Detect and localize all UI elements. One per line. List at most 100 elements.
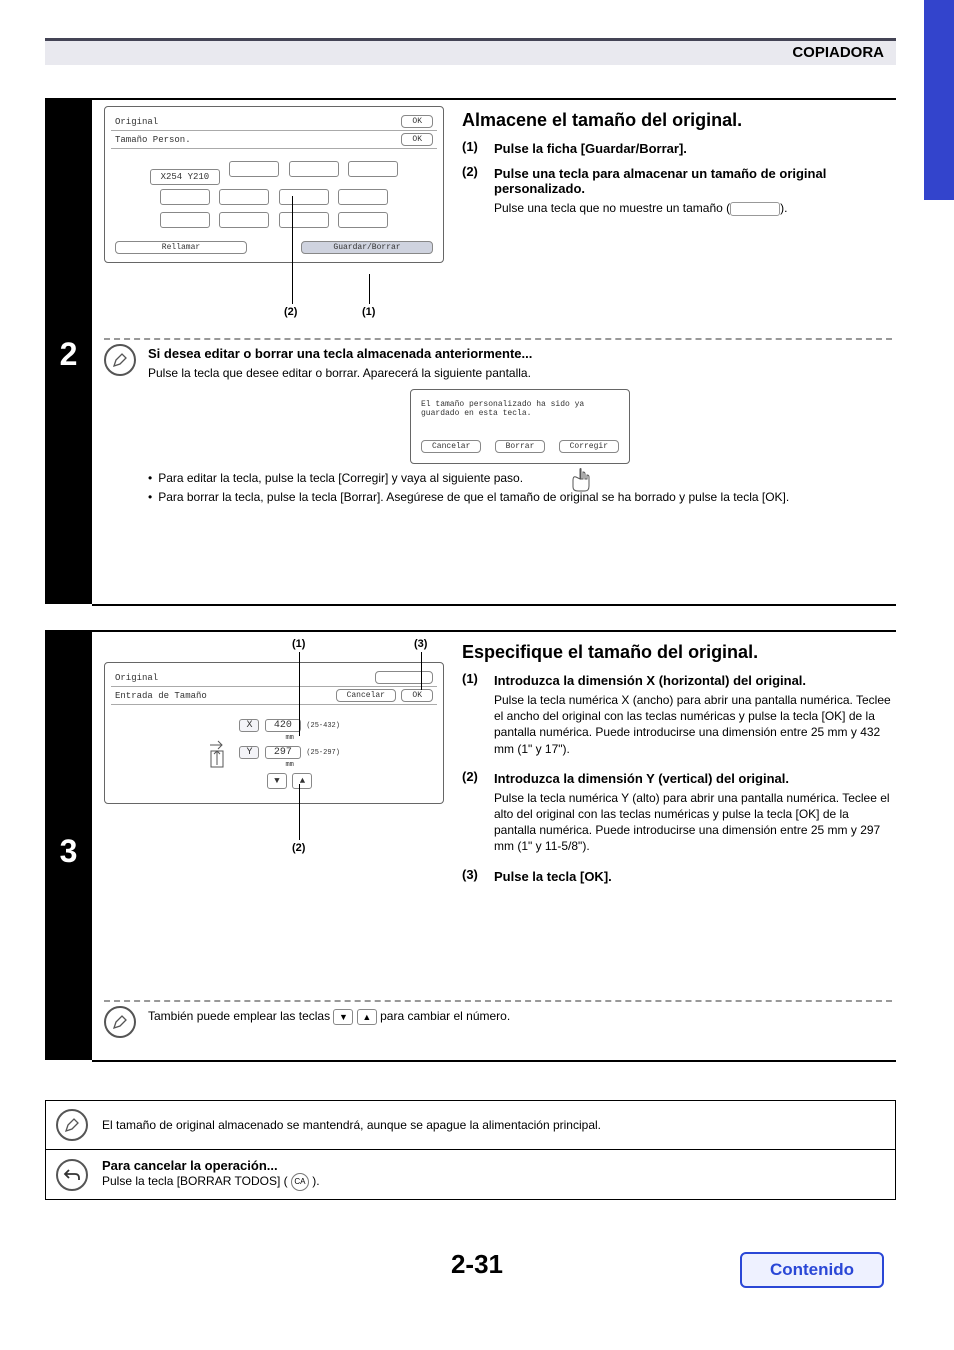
dashed-separator <box>104 338 892 340</box>
x-button[interactable]: X <box>239 719 259 732</box>
screen1-subbar: Tamaño Person. OK <box>111 131 437 149</box>
bullet-text: Para editar la tecla, pulse la tecla [Co… <box>158 470 523 486</box>
cancel-title: Para cancelar la operación... <box>102 1158 320 1173</box>
header-band <box>45 41 896 65</box>
note-row: Si desea editar o borrar una tecla almac… <box>104 344 892 509</box>
step3-item3: (3) Pulse la tecla [OK]. <box>462 867 892 888</box>
popup-amend-button[interactable]: Corregir <box>559 440 619 453</box>
step-number: 3 <box>45 825 92 870</box>
arrow-note-pre: También puede emplear las teclas <box>148 1009 333 1023</box>
item-num: (3) <box>462 867 486 888</box>
item-bold: Introduzca la dimensión Y (vertical) del… <box>494 771 892 786</box>
popup-cancel-button[interactable]: Cancelar <box>421 440 481 453</box>
y-value[interactable]: 297 <box>265 746 301 759</box>
ca-key-icon: CA <box>291 1173 309 1191</box>
dashed-separator <box>104 1000 892 1002</box>
page: COPIADORA 2 Original OK Tamaño Person. O… <box>0 0 954 1350</box>
empty-key[interactable] <box>219 212 269 228</box>
up-arrow-icon: ▲ <box>357 1009 377 1025</box>
up-arrow-button[interactable]: ▲ <box>292 773 312 789</box>
item-num: (1) <box>462 139 486 160</box>
empty-key[interactable] <box>229 161 279 177</box>
empty-key[interactable] <box>279 212 329 228</box>
empty-key[interactable] <box>348 161 398 177</box>
bullet-text: Para borrar la tecla, pulse la tecla [Bo… <box>158 489 789 505</box>
popup-dialog: El tamaño personalizado ha sido ya guard… <box>410 389 630 464</box>
tab-store-delete[interactable]: Guardar/Borrar <box>301 241 433 254</box>
step2-upper: Original OK Tamaño Person. OK X254 Y210 <box>92 98 896 338</box>
callout-2: (2) <box>292 842 305 854</box>
item-bold: Introduzca la dimensión X (horizontal) d… <box>494 673 892 688</box>
item-num: (2) <box>462 769 486 863</box>
step-badge-3: 3 <box>45 630 92 1060</box>
screen1-subtitle: Tamaño Person. <box>115 135 191 145</box>
step3-text: Especifique el tamaño del original. (1) … <box>462 638 892 892</box>
screen2-ok-button[interactable]: OK <box>401 689 433 702</box>
step3-arrow-note: También puede emplear las teclas ▼ ▲ par… <box>92 1006 896 1038</box>
callout-1: (1) <box>292 638 305 650</box>
cancel-body: Pulse la tecla [BORRAR TODOS] ( CA ). <box>102 1173 320 1191</box>
contents-button[interactable]: Contenido <box>740 1252 884 1288</box>
body-post: ). <box>780 201 787 215</box>
note-intro-bold: Si desea editar o borrar una tecla almac… <box>148 346 892 361</box>
note-intro-body: Pulse la tecla que desee editar o borrar… <box>148 365 892 381</box>
item-bold: Pulse la ficha [Guardar/Borrar]. <box>494 141 892 156</box>
screen1-titlebar: Original OK <box>111 113 437 131</box>
empty-key[interactable] <box>338 189 388 205</box>
footer-note-box: El tamaño de original almacenado se mant… <box>45 1100 896 1200</box>
screen1: Original OK Tamaño Person. OK X254 Y210 <box>104 106 444 263</box>
pointer-hand-icon <box>570 467 592 493</box>
step-number: 2 <box>45 328 92 373</box>
popup-line2: guardado en esta tecla. <box>421 409 619 418</box>
screen1-title: Original <box>115 117 158 127</box>
item-num: (1) <box>462 671 486 765</box>
stored-key[interactable]: X254 Y210 <box>150 169 220 185</box>
screen2-titlebar: Original <box>111 669 437 687</box>
tab-recall[interactable]: Rellamar <box>115 241 247 254</box>
callout-3: (3) <box>414 638 427 650</box>
callout-line <box>292 196 293 304</box>
screen1-ok[interactable]: OK <box>401 115 433 128</box>
y-button[interactable]: Y <box>239 746 259 759</box>
callout-2: (2) <box>284 306 297 318</box>
empty-key[interactable] <box>338 212 388 228</box>
popup-line1: El tamaño personalizado ha sido ya <box>421 400 619 409</box>
callout-line <box>369 274 370 304</box>
screen2: Original Entrada de Tamaño Cancelar OK <box>104 662 444 804</box>
empty-key[interactable] <box>219 189 269 205</box>
item-body: Pulse la tecla numérica Y (alto) para ab… <box>494 790 892 855</box>
callout-line <box>299 784 300 840</box>
empty-key[interactable] <box>279 189 329 205</box>
pencil-note-icon <box>104 344 136 376</box>
header-title: COPIADORA <box>792 44 884 61</box>
item-bold: Pulse una tecla para almacenar un tamaño… <box>494 166 892 196</box>
screen2-subtitle: Entrada de Tamaño <box>115 691 207 701</box>
empty-key[interactable] <box>160 212 210 228</box>
popup-delete-button[interactable]: Borrar <box>495 440 546 453</box>
step2-item2: (2) Pulse una tecla para almacenar un ta… <box>462 164 892 224</box>
item-bold: Pulse la tecla [OK]. <box>494 869 892 884</box>
step3-upper: (1) (3) Original Entrada de Tamaño Cance… <box>92 630 896 996</box>
side-strip <box>924 0 954 200</box>
callout-line <box>299 652 300 736</box>
step2-bottom-rule <box>92 602 896 606</box>
item-body: Pulse la tecla numérica X (ancho) para a… <box>494 692 892 757</box>
cancel-body-post: ). <box>309 1174 320 1188</box>
screen2-title: Original <box>115 673 158 683</box>
screen2-subbar: Entrada de Tamaño Cancelar OK <box>111 687 437 705</box>
pencil-note-icon <box>104 1006 136 1038</box>
screen2-cancel-button[interactable]: Cancelar <box>336 689 396 702</box>
screen1-ok2[interactable]: OK <box>401 133 433 146</box>
cancel-body-pre: Pulse la tecla [BORRAR TODOS] ( <box>102 1174 291 1188</box>
screen2-ok-top[interactable] <box>375 671 433 684</box>
step3-item1: (1) Introduzca la dimensión X (horizonta… <box>462 671 892 765</box>
body-pre: Pulse una tecla que no muestre un tamaño… <box>494 201 730 215</box>
arrow-note-text: También puede emplear las teclas ▼ ▲ par… <box>148 1008 892 1025</box>
x-value[interactable]: 420 <box>265 719 301 732</box>
down-arrow-icon: ▼ <box>333 1009 353 1025</box>
empty-key[interactable] <box>289 161 339 177</box>
ca-label: CA <box>294 1177 305 1188</box>
down-arrow-button[interactable]: ▼ <box>267 773 287 789</box>
footer-note1: El tamaño de original almacenado se mant… <box>102 1117 601 1133</box>
empty-key[interactable] <box>160 189 210 205</box>
